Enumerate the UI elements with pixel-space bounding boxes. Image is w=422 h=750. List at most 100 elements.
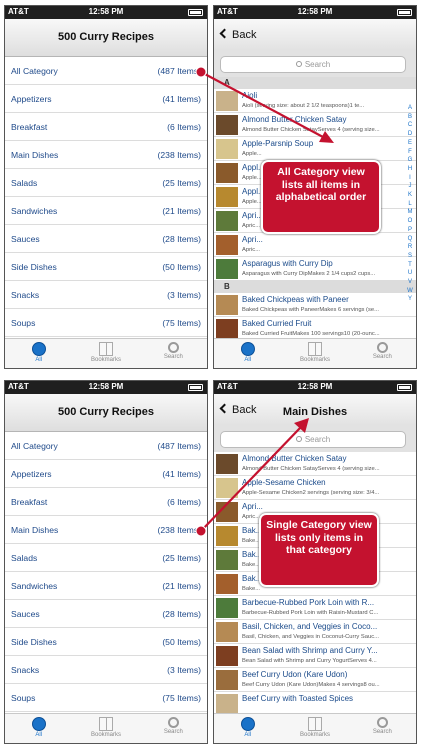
recipe-summary: Baked Curried FruitMakes 100 servings10 … [242,331,380,337]
category-row[interactable]: Appetizers (41 Items) [5,460,207,488]
index-letter[interactable]: I [405,174,415,183]
index-letter[interactable]: C [405,121,415,130]
category-row[interactable]: Side Dishes (50 Items) [5,253,207,281]
recipe-row[interactable]: Beef Curry Udon (Kare Udon) Beef Curry Ud… [214,668,416,692]
back-label: Back [232,29,257,41]
section-header: A [214,77,416,89]
callout-all-category: All Category view lists all items in alp… [261,160,381,234]
category-row[interactable]: Main Dishes (238 Items) [5,516,207,544]
category-row[interactable]: Soups (75 Items) [5,684,207,712]
category-row[interactable]: Breakfast (6 Items) [5,113,207,141]
recipe-row[interactable]: Almond Butter Chicken Satay Almond Butter… [214,452,416,476]
tab-all[interactable]: All [5,714,72,743]
search-input[interactable]: Search [220,431,406,448]
back-button[interactable]: Back [219,28,257,41]
section-index[interactable]: ABCDEFGHIJKLMOPQRSTUVWY [405,104,415,304]
category-row[interactable]: Salads (25 Items) [5,169,207,197]
index-letter[interactable]: F [405,148,415,157]
bookmarks-icon [307,717,322,731]
recipe-thumbnail [216,622,238,642]
index-letter[interactable]: K [405,191,415,200]
recipe-row[interactable]: Bean Salad with Shrimp and Curry Y... Bea… [214,644,416,668]
tab-search[interactable]: Search [349,714,416,743]
index-letter[interactable]: Y [405,295,415,304]
tab-label: Search [372,729,392,735]
recipe-row[interactable]: Almond Butter Chicken Satay Almond Butter… [214,113,416,137]
category-count: (6 Items) [167,122,201,132]
recipe-name: Barbecue-Rubbed Pork Loin with R... [242,598,375,607]
index-letter[interactable]: R [405,243,415,252]
category-name: Snacks [11,665,40,675]
recipe-row[interactable]: Asparagus with Curry Dip Asparagus with C… [214,257,416,281]
recipe-thumbnail [216,163,238,183]
tab-label: All [244,357,251,363]
category-row[interactable]: Sandwiches (21 Items) [5,572,207,600]
index-letter[interactable]: G [405,156,415,165]
recipe-name: Baked Curried Fruit [242,319,312,328]
index-letter[interactable]: W [405,287,415,296]
index-letter[interactable]: B [405,113,415,122]
recipe-name: Asparagus with Curry Dip [242,259,333,268]
category-row[interactable]: Soups (75 Items) [5,309,207,337]
tab-label: Bookmarks [90,357,121,363]
recipe-row[interactable]: Baked Chickpeas with Paneer Baked Chickpe… [214,293,416,317]
category-row[interactable]: Sauces (28 Items) [5,600,207,628]
tab-bookmarks[interactable]: Bookmarks [281,714,348,743]
index-letter[interactable]: M [405,208,415,217]
recipe-thumbnail [216,295,238,315]
category-row[interactable]: Main Dishes (238 Items) [5,141,207,169]
index-letter[interactable]: U [405,269,415,278]
recipe-row[interactable]: Apple-Parsnip Soup Apple... [214,137,416,161]
battery-icon [188,384,203,391]
tab-search[interactable]: Search [349,339,416,368]
index-letter[interactable]: A [405,104,415,113]
category-row[interactable]: All Category (487 Items) [5,57,207,85]
tab-search[interactable]: Search [140,339,207,368]
category-count: (487 Items) [157,66,201,76]
recipe-row[interactable]: Apri... Apric... [214,233,416,257]
category-count: (238 Items) [157,150,201,160]
search-bar: Search [214,51,416,77]
index-letter[interactable]: P [405,226,415,235]
index-letter[interactable]: E [405,139,415,148]
tab-bookmarks[interactable]: Bookmarks [72,339,139,368]
recipe-thumbnail [216,526,238,546]
search-input[interactable]: Search [220,56,406,73]
recipe-row[interactable]: Barbecue-Rubbed Pork Loin with R... Barbe… [214,596,416,620]
category-row[interactable]: Side Dishes (50 Items) [5,628,207,656]
category-row[interactable]: Salads (25 Items) [5,544,207,572]
category-row[interactable]: Breakfast (6 Items) [5,488,207,516]
index-letter[interactable]: O [405,217,415,226]
recipe-name: Apri... [242,235,263,244]
tab-search[interactable]: Search [140,714,207,743]
tab-all[interactable]: All [214,339,281,368]
index-letter[interactable]: D [405,130,415,139]
tab-all[interactable]: All [214,714,281,743]
category-name: All Category [11,441,58,451]
category-row[interactable]: Snacks (3 Items) [5,656,207,684]
index-letter[interactable]: Q [405,235,415,244]
category-row[interactable]: Appetizers (41 Items) [5,85,207,113]
index-letter[interactable]: L [405,200,415,209]
recipe-row[interactable]: Basil, Chicken, and Veggies in Coco... Ba… [214,620,416,644]
index-letter[interactable]: T [405,261,415,270]
tab-all[interactable]: All [5,339,72,368]
tab-bookmarks[interactable]: Bookmarks [72,714,139,743]
category-list: All Category (487 Items) Appetizers (41 Ite… [5,432,207,712]
category-row[interactable]: Snacks (3 Items) [5,281,207,309]
recipe-row[interactable]: Apple-Sesame Chicken Apple-Sesame Chicken… [214,476,416,500]
category-row[interactable]: All Category (487 Items) [5,432,207,460]
tab-label: Search [372,354,392,360]
recipe-thumbnail [216,550,238,570]
index-letter[interactable]: S [405,252,415,261]
category-row[interactable]: Sandwiches (21 Items) [5,197,207,225]
category-row[interactable]: Sauces (28 Items) [5,225,207,253]
tab-bookmarks[interactable]: Bookmarks [281,339,348,368]
index-letter[interactable]: H [405,165,415,174]
recipe-thumbnail [216,235,238,255]
recipe-summary: Almond Butter Chicken SatayServes 4 (ser… [242,466,380,472]
index-letter[interactable]: V [405,278,415,287]
index-letter[interactable]: J [405,182,415,191]
categories-screen-bottom: AT&T 12:58 PM 500 Curry Recipes All Categor… [4,380,208,744]
recipe-row[interactable]: Aioli Aioli (serving size: about 2 1/2 te… [214,89,416,113]
